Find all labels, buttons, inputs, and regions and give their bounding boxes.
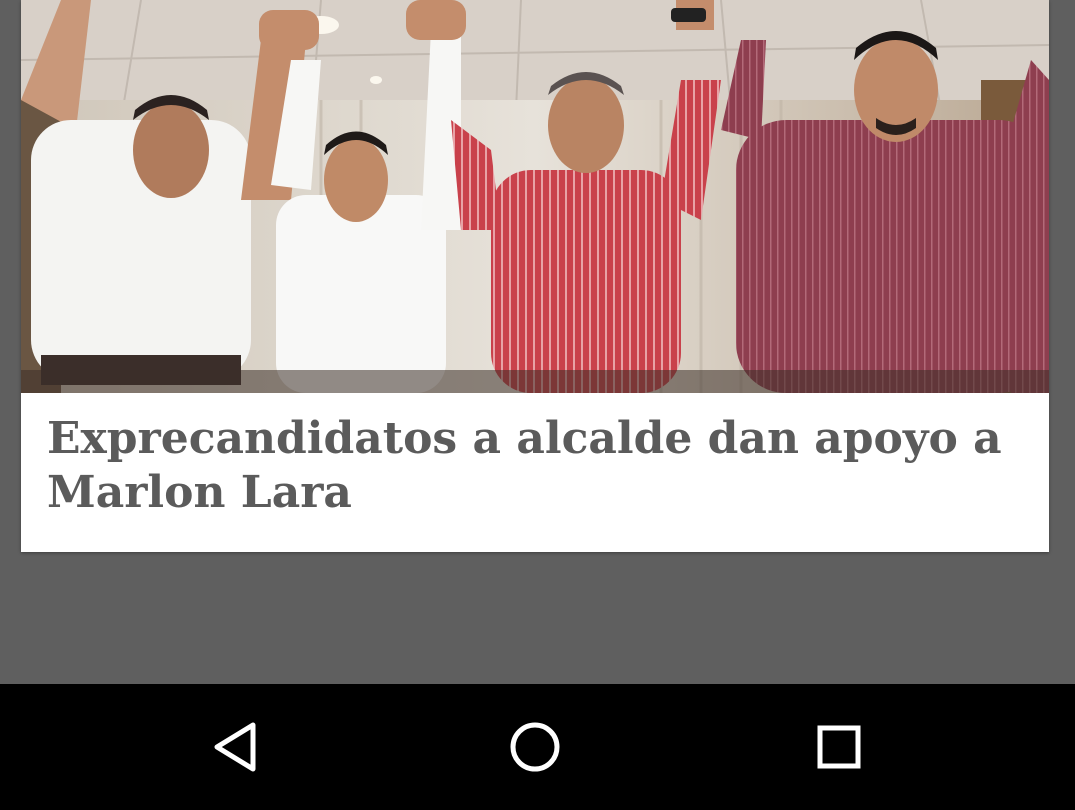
back-triangle-icon <box>214 722 256 772</box>
news-card[interactable]: Exprecandidatos a alcalde dan apoyo a Ma… <box>21 0 1049 552</box>
navigation-bar <box>0 684 1075 810</box>
home-button[interactable] <box>500 714 570 780</box>
home-circle-icon <box>510 722 560 772</box>
article-title[interactable]: Exprecandidatos a alcalde dan apoyo a Ma… <box>47 412 1007 520</box>
article-photo[interactable] <box>21 0 1049 393</box>
back-button[interactable] <box>200 714 270 780</box>
screen: Exprecandidatos a alcalde dan apoyo a Ma… <box>0 0 1075 810</box>
recent-apps-square-icon <box>817 725 861 769</box>
recent-apps-button[interactable] <box>804 714 874 780</box>
